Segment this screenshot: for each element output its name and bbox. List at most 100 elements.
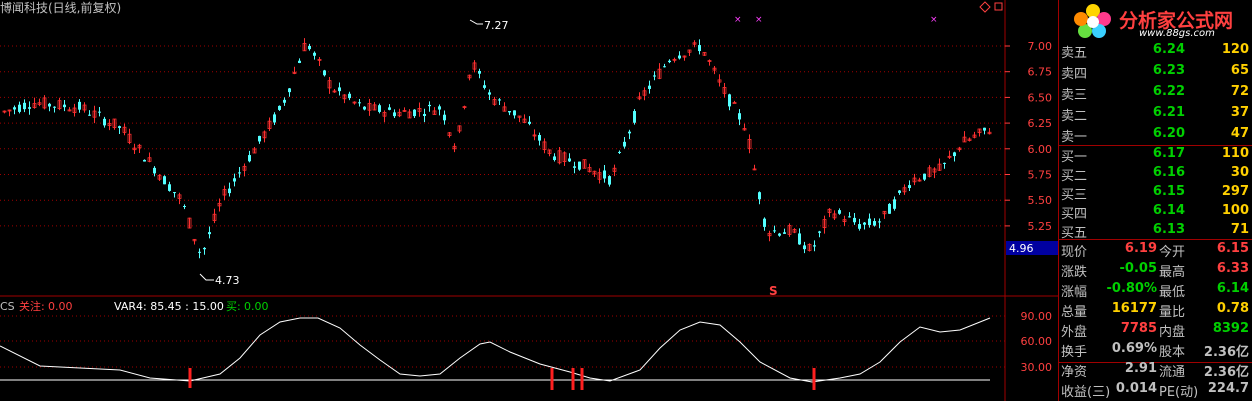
candle-body (623, 141, 626, 147)
ask-price: 6.21 (1152, 105, 1185, 120)
window-control-icons[interactable] (979, 1, 1003, 13)
ask-volume: 120 (1221, 42, 1249, 57)
candle-body (738, 113, 741, 120)
bid-volume: 100 (1221, 203, 1249, 218)
bid-price: 6.16 (1152, 165, 1185, 180)
candle-body (228, 188, 231, 194)
ask-price: 6.20 (1152, 126, 1185, 141)
candle-body (88, 114, 91, 116)
quote-row: 收益(三) 0.014 PE(动) 224.7 (1059, 379, 1252, 400)
quote-value: -0.05 (1119, 261, 1157, 276)
quote-label: 净资 (1061, 365, 1088, 380)
price-tick-label: 5.75 (1028, 169, 1053, 182)
candle-body (678, 55, 681, 59)
candle-body (168, 184, 171, 191)
candle-body (893, 199, 896, 209)
candle-body (653, 75, 656, 77)
candle-body (313, 52, 316, 56)
candle-body (888, 203, 891, 214)
candle-body (923, 173, 926, 180)
ask-price: 6.24 (1152, 42, 1185, 57)
quote-value: 16177 (1111, 301, 1157, 316)
diamond-icon[interactable] (979, 1, 991, 13)
quote-value-2: 0.78 (1216, 301, 1249, 316)
quote-label: 外盘 (1061, 325, 1088, 340)
candle-body (728, 94, 731, 107)
indicator-signals (188, 368, 816, 390)
high-marker-label: 7.27 (484, 19, 509, 32)
candle-body (508, 110, 511, 113)
quote-value-2: 6.15 (1216, 241, 1249, 256)
candle-body (568, 158, 571, 162)
maximize-icon[interactable] (994, 2, 1003, 11)
quote-value-2: 224.7 (1207, 381, 1249, 396)
candle-body (732, 102, 737, 104)
candle-body (298, 60, 301, 63)
indicator-tick-label: 60.00 (1021, 335, 1053, 348)
kline-chart[interactable]: 博闻科技(日线,前复权) 7.00 6.75 6.50 6.25 6.00 5.75 5.5… (0, 0, 1058, 401)
indicator-grid (0, 315, 1005, 368)
ask-label: 卖三 (1061, 88, 1088, 103)
indicator-guanzhu-value: 0.00 (48, 300, 73, 313)
candle-body (323, 70, 326, 76)
bid-row: 买五 6.13 71 (1059, 220, 1252, 241)
quote-label-2: 最低 (1159, 285, 1186, 300)
bid-row: 买二 6.16 30 (1059, 163, 1252, 184)
indicator-name: CS (0, 300, 15, 313)
bid-price: 6.13 (1152, 222, 1185, 237)
candle-body (618, 151, 621, 153)
candle-body (668, 60, 671, 63)
top-marker-1: × (734, 15, 742, 25)
indicator-buy-value: 0.00 (244, 300, 269, 313)
candle-body (953, 152, 956, 157)
chart-title: 博闻科技(日线,前复权) (0, 0, 121, 15)
bid-price: 6.15 (1152, 184, 1185, 199)
candle-body (603, 170, 606, 179)
candle-body (868, 218, 871, 226)
candle-body (28, 107, 31, 109)
quote-row: 换手 0.69% 股本 2.36亿 (1059, 339, 1252, 360)
quote-row: 涨幅 -0.80% 最低 6.14 (1059, 279, 1252, 300)
candle-body (818, 231, 821, 233)
sell-signal-label: S (769, 284, 778, 298)
ask-price: 6.22 (1152, 84, 1185, 99)
ask-row: 卖二 6.21 37 (1059, 103, 1252, 124)
candle-body (273, 114, 276, 123)
quote-label: 总量 (1061, 305, 1088, 320)
low-marker-label: 4.73 (215, 274, 240, 287)
candle-body (258, 135, 261, 142)
candle-body (648, 85, 651, 89)
candle-body (608, 176, 611, 185)
indicator-var4: VAR4: 85.45 : 15.00 (114, 300, 224, 313)
candle-body (278, 105, 281, 110)
ask-label: 卖五 (1061, 46, 1088, 61)
candle-body (943, 162, 946, 164)
bid-volume: 110 (1221, 146, 1249, 161)
price-tick-label: 6.00 (1028, 143, 1053, 156)
ask-label: 卖一 (1061, 130, 1088, 145)
quote-value-2: 2.36亿 (1203, 345, 1249, 360)
indicator-line (0, 317, 991, 383)
candle-body (778, 233, 781, 236)
quote-row: 涨跌 -0.05 最高 6.33 (1059, 259, 1252, 280)
candle-body (428, 104, 431, 107)
candle-body (498, 99, 501, 101)
quote-value: 7785 (1120, 321, 1157, 336)
quote-label-2: 今开 (1159, 245, 1186, 260)
quote-panel: 分析家公式网 www.88gs.com 卖五 6.24 120 卖四 6.23 65 卖三 6… (1058, 0, 1252, 401)
candle-body (573, 166, 576, 168)
candle-body (348, 93, 351, 99)
quote-value-2: 2.36亿 (1203, 365, 1249, 380)
indicator-tick-label: 90.00 (1021, 310, 1053, 323)
price-tick-label: 7.00 (1028, 40, 1053, 53)
candle-body (53, 106, 56, 108)
quote-label-2: PE(动) (1159, 385, 1199, 400)
candle-body (248, 155, 251, 162)
candle-body (853, 217, 856, 223)
candle-body (538, 135, 541, 141)
top-marker-2: × (755, 15, 763, 25)
quote-label-2: 内盘 (1159, 325, 1186, 340)
candle-body (283, 99, 286, 103)
candle-body (898, 190, 901, 193)
candle-body (758, 192, 761, 200)
